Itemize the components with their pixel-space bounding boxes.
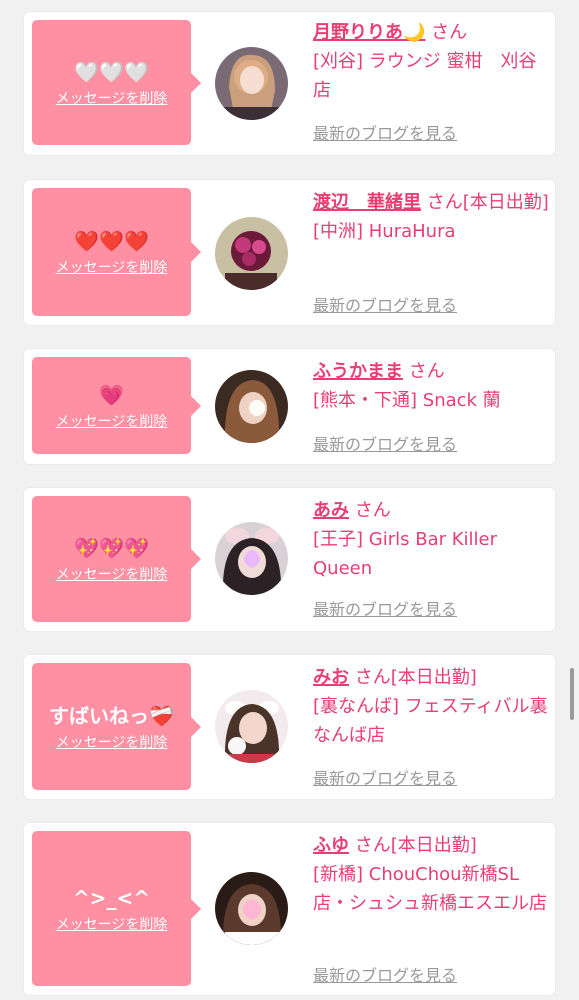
avatar[interactable] [215,370,288,443]
message-text: 🤍🤍🤍 [74,59,149,84]
cast-info: みお さん[本日出勤] [裏なんば] フェスティバル裏なんば店 [313,663,549,750]
delete-message-link[interactable]: メッセージを削除 [56,88,168,108]
cast-info: ふうかまま さん [熊本・下通] Snack 蘭 [313,357,549,415]
cast-name-link[interactable]: 渡辺 華緒里 [313,192,421,213]
cast-name-link[interactable]: 月野りりあ🌙 [313,22,425,43]
cast-info: あみ さん [王子] Girls Bar Killer Queen [313,496,549,583]
message-text: ❤️❤️❤️ [74,229,149,253]
cast-name-link[interactable]: みお [313,667,349,688]
message-text: ^>_<^ [72,885,151,910]
list-item: ❤️❤️❤️ メッセージを削除 渡辺 華緒里 さん[本日出勤] [中洲] Hur… [24,180,555,325]
avatar[interactable] [215,690,288,763]
honorific: さん [408,361,445,382]
honorific: さん[本日出勤] [354,835,477,856]
list-item: 🤍🤍🤍 メッセージを削除 月野りりあ🌙 さん [刈谷] ラウンジ 蜜柑 刈谷店 … [24,12,555,155]
latest-blog-link[interactable]: 最新のブログを見る [313,962,457,986]
shop-location: [熊本・下通] Snack 蘭 [313,390,501,411]
message-bubble: すばいねっ❤️‍🩹 メッセージを削除 [32,663,201,790]
delete-message-link[interactable]: メッセージを削除 [56,914,168,934]
message-text: 💗 [99,382,124,407]
shop-location: [刈谷] ラウンジ 蜜柑 刈谷店 [313,51,537,101]
latest-blog-link[interactable]: 最新のブログを見る [313,431,457,455]
latest-blog-link[interactable]: 最新のブログを見る [313,120,457,144]
latest-blog-link[interactable]: 最新のブログを見る [313,292,457,316]
message-text: 💖💖💖 [74,536,149,560]
shop-location: [裏なんば] フェスティバル裏なんば店 [313,696,548,746]
list-item: ^>_<^ メッセージを削除 ふゆ さん[本日出勤] [新橋] ChouChou… [24,823,555,995]
cast-info: ふゆ さん[本日出勤] [新橋] ChouChou新橋SL店・シュシュ新橋エスエ… [313,831,549,918]
message-text: すばいねっ❤️‍🩹 [49,703,174,728]
message-bubble: ^>_<^ メッセージを削除 [32,831,201,986]
delete-message-link[interactable]: メッセージを削除 [56,411,168,431]
cast-name-link[interactable]: あみ [313,500,349,521]
honorific: さん [354,500,391,521]
cast-name-link[interactable]: ふうかまま [313,361,403,382]
cast-info: 渡辺 華緒里 さん[本日出勤] [中洲] HuraHura [313,188,549,246]
delete-message-link[interactable]: メッセージを削除 [56,564,168,584]
message-bubble: 💗 メッセージを削除 [32,357,201,454]
avatar[interactable] [215,522,288,595]
latest-blog-link[interactable]: 最新のブログを見る [313,765,457,789]
message-bubble: 🤍🤍🤍 メッセージを削除 [32,20,201,145]
avatar[interactable] [215,47,288,120]
honorific: さん[本日出勤] [354,667,477,688]
honorific: さん [431,22,468,43]
message-bubble: ❤️❤️❤️ メッセージを削除 [32,188,201,316]
message-bubble: 💖💖💖 メッセージを削除 [32,496,201,622]
shop-location: [新橋] ChouChou新橋SL店・シュシュ新橋エスエル店 [313,864,547,914]
shop-location: [中洲] HuraHura [313,221,456,242]
list-item: 💖💖💖 メッセージを削除 あみ さん [王子] Girls Bar Killer… [24,488,555,631]
cast-info: 月野りりあ🌙 さん [刈谷] ラウンジ 蜜柑 刈谷店 [313,18,549,105]
avatar[interactable] [215,872,288,945]
list-item: 💗 メッセージを削除 ふうかまま さん [熊本・下通] Snack 蘭 最新のブ… [24,349,555,464]
avatar[interactable] [215,217,288,290]
shop-location: [王子] Girls Bar Killer Queen [313,529,497,579]
delete-message-link[interactable]: メッセージを削除 [56,732,168,752]
scrollbar[interactable] [570,668,574,720]
honorific: さん[本日出勤] [426,192,549,213]
delete-message-link[interactable]: メッセージを削除 [56,257,168,277]
latest-blog-link[interactable]: 最新のブログを見る [313,596,457,620]
list-item: すばいねっ❤️‍🩹 メッセージを削除 みお さん[本日出勤] [裏なんば] フェ… [24,655,555,799]
cast-name-link[interactable]: ふゆ [313,835,349,856]
